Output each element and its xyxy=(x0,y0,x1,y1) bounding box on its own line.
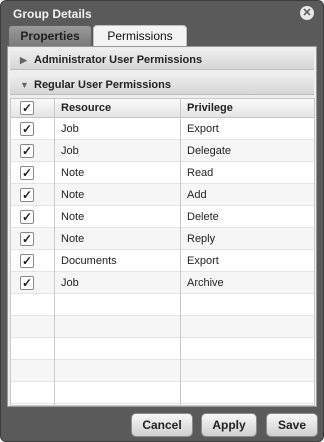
save-button[interactable]: Save xyxy=(266,413,318,437)
check-icon: ✓ xyxy=(21,144,33,158)
check-icon: ✓ xyxy=(21,254,33,268)
check-icon: ✓ xyxy=(21,232,33,246)
resource-cell: Note xyxy=(61,233,85,245)
select-all-checkbox[interactable]: ✓ xyxy=(20,101,34,115)
row-checkbox[interactable]: ✓ xyxy=(20,166,34,180)
empty-table-row xyxy=(11,360,314,382)
check-icon: ✓ xyxy=(21,166,33,180)
privilege-cell: Reply xyxy=(187,233,216,245)
permissions-table: ✓ Resource Privilege ✓ Job Export ✓ Job Deleg… xyxy=(10,98,315,406)
permissions-panel: ▶ Administrator User Permissions ▼ Regul… xyxy=(7,46,317,407)
privilege-cell: Delegate xyxy=(187,145,232,157)
resource-cell: Job xyxy=(61,145,79,157)
column-divider xyxy=(54,99,55,405)
table-row[interactable]: ✓ Note Read xyxy=(11,162,314,184)
tab-properties[interactable]: Properties xyxy=(8,25,92,46)
triangle-right-icon: ▶ xyxy=(20,55,27,65)
resource-cell: Documents xyxy=(61,255,117,267)
section-administrator-permissions[interactable]: ▶ Administrator User Permissions xyxy=(10,51,314,70)
section-label: Administrator User Permissions xyxy=(34,54,203,66)
row-checkbox[interactable]: ✓ xyxy=(20,254,34,268)
check-icon: ✓ xyxy=(21,101,33,115)
cancel-button[interactable]: Cancel xyxy=(131,413,193,437)
check-icon: ✓ xyxy=(21,122,33,136)
tab-bar: Properties Permissions xyxy=(8,25,318,46)
privilege-cell: Export xyxy=(187,255,219,267)
row-checkbox[interactable]: ✓ xyxy=(20,122,34,136)
column-header-resource[interactable]: Resource xyxy=(61,99,111,118)
privilege-cell: Delete xyxy=(187,211,219,223)
resource-cell: Job xyxy=(61,123,79,135)
table-row[interactable]: ✓ Documents Export xyxy=(11,250,314,272)
resource-cell: Note xyxy=(61,167,85,179)
row-checkbox[interactable]: ✓ xyxy=(20,188,34,202)
resource-cell: Note xyxy=(61,211,85,223)
empty-table-row xyxy=(11,294,314,316)
table-row[interactable]: ✓ Note Delete xyxy=(11,206,314,228)
apply-button[interactable]: Apply xyxy=(201,413,257,437)
privilege-cell: Archive xyxy=(187,277,224,289)
empty-table-row xyxy=(11,382,314,404)
check-icon: ✓ xyxy=(21,276,33,290)
check-icon: ✓ xyxy=(21,210,33,224)
row-checkbox[interactable]: ✓ xyxy=(20,144,34,158)
privilege-cell: Export xyxy=(187,123,219,135)
check-icon: ✓ xyxy=(21,188,33,202)
tab-permissions[interactable]: Permissions xyxy=(93,25,187,46)
table-row[interactable]: ✓ Note Reply xyxy=(11,228,314,250)
close-icon[interactable]: ✕ xyxy=(300,6,314,20)
section-label: Regular User Permissions xyxy=(34,79,171,91)
table-header: ✓ Resource Privilege xyxy=(11,99,314,118)
row-checkbox[interactable]: ✓ xyxy=(20,210,34,224)
title-bar: Group Details ✕ xyxy=(1,1,323,25)
table-row[interactable]: ✓ Job Export xyxy=(11,118,314,140)
resource-cell: Job xyxy=(61,277,79,289)
section-regular-permissions[interactable]: ▼ Regular User Permissions xyxy=(10,76,314,95)
privilege-cell: Add xyxy=(187,189,207,201)
column-header-privilege[interactable]: Privilege xyxy=(187,99,233,118)
table-row[interactable]: ✓ Job Archive xyxy=(11,272,314,294)
empty-table-row xyxy=(11,338,314,360)
table-row[interactable]: ✓ Note Add xyxy=(11,184,314,206)
group-details-dialog: Group Details ✕ Properties Permissions ▶… xyxy=(0,0,324,442)
privilege-cell: Read xyxy=(187,167,214,179)
row-checkbox[interactable]: ✓ xyxy=(20,232,34,246)
table-row[interactable]: ✓ Job Delegate xyxy=(11,140,314,162)
column-divider xyxy=(180,99,181,405)
empty-table-row xyxy=(11,316,314,338)
triangle-down-icon: ▼ xyxy=(20,80,29,90)
dialog-title: Group Details xyxy=(13,7,92,21)
button-bar: Cancel Apply Save xyxy=(1,408,323,441)
row-checkbox[interactable]: ✓ xyxy=(20,276,34,290)
resource-cell: Note xyxy=(61,189,85,201)
